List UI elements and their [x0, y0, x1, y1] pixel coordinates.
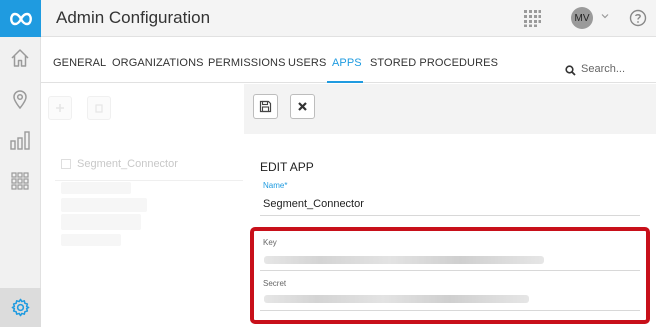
- tab-users[interactable]: USERS: [288, 57, 326, 69]
- delete-app-button[interactable]: [87, 96, 111, 120]
- infinity-logo-icon: [9, 12, 32, 25]
- chevron-down-icon[interactable]: [600, 11, 610, 21]
- plus-icon: [56, 104, 64, 112]
- add-app-button[interactable]: [48, 96, 72, 120]
- trash-icon: [95, 104, 103, 113]
- location-pin-icon[interactable]: [9, 88, 31, 110]
- bar-chart-icon[interactable]: [9, 129, 31, 151]
- tab-bar: GENERAL ORGANIZATIONS PERMISSIONS USERS …: [41, 37, 656, 83]
- save-icon: [259, 100, 272, 113]
- blurred-content: [61, 214, 141, 230]
- blurred-content: [61, 198, 147, 212]
- highlight-box: [250, 227, 650, 324]
- name-field-underline: [260, 215, 640, 216]
- blurred-content: [61, 234, 121, 246]
- tab-general[interactable]: GENERAL: [53, 57, 106, 69]
- tab-permissions[interactable]: PERMISSIONS: [208, 57, 286, 69]
- avatar[interactable]: MV: [571, 7, 593, 29]
- help-icon[interactable]: [629, 9, 647, 27]
- tab-apps[interactable]: APPS: [332, 57, 362, 69]
- tab-organizations[interactable]: ORGANIZATIONS: [112, 57, 204, 69]
- page-title: Admin Configuration: [56, 8, 211, 27]
- name-field-label: Name*: [263, 181, 288, 190]
- left-nav: [0, 37, 41, 327]
- save-button[interactable]: [253, 94, 278, 119]
- app-list-panel: Segment_Connector: [41, 84, 244, 327]
- tab-stored-procedures[interactable]: STORED PROCEDURES: [370, 57, 498, 69]
- search-icon: [565, 65, 576, 76]
- top-bar: Admin Configuration MV: [0, 0, 656, 37]
- blurred-content: [61, 182, 131, 194]
- list-item-label: Segment_Connector: [77, 158, 178, 170]
- detail-toolbar: [244, 84, 656, 134]
- name-field[interactable]: Segment_Connector: [263, 198, 364, 210]
- form-title: EDIT APP: [260, 160, 314, 174]
- nav-settings[interactable]: [0, 288, 41, 327]
- gear-icon: [11, 298, 30, 317]
- grid-icon[interactable]: [9, 170, 31, 192]
- home-icon[interactable]: [9, 47, 31, 69]
- close-icon: [298, 102, 307, 111]
- app-grid-icon[interactable]: [523, 9, 541, 27]
- active-tab-indicator: [327, 81, 363, 83]
- search-input[interactable]: [581, 59, 651, 79]
- list-item[interactable]: Segment_Connector: [55, 151, 243, 181]
- cancel-button[interactable]: [290, 94, 315, 119]
- app-logo[interactable]: [0, 0, 41, 37]
- list-item-checkbox[interactable]: [61, 159, 71, 169]
